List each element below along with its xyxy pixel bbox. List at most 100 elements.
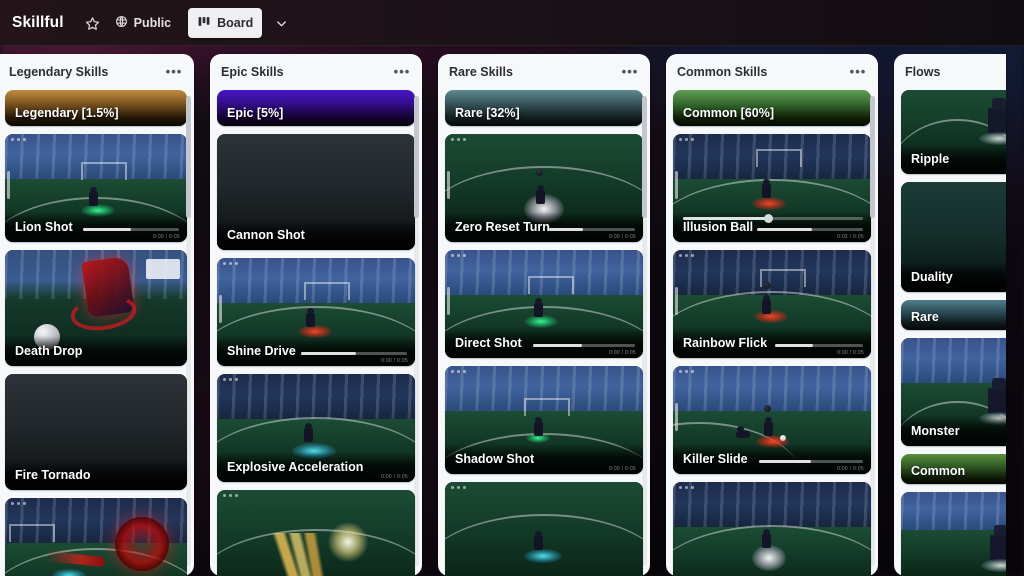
list-cards[interactable]: Legendary [1.5%] Lion Shot 0:00 / 0:05 D… [0,90,194,576]
card-legendary-rarity[interactable]: Legendary [1.5%] [5,90,187,126]
card-flows-rare[interactable]: Rare [901,300,1006,330]
card-illusion-ball[interactable]: Illusion Ball 0:02 / 0:05 [673,134,871,242]
card-fire-tornado[interactable]: Fire Tornado [5,374,187,490]
card-epic-rarity[interactable]: Epic [5%] [217,90,415,126]
video-side-control[interactable] [675,286,678,315]
video-side-control[interactable] [675,170,678,199]
list-common-skills[interactable]: Common Skills ••• Common [60%] Illusion … [666,54,878,576]
card-zero-reset-turn[interactable]: Zero Reset Turn 0:00 / 0:05 [445,134,643,242]
board-view-icon [197,15,211,31]
card-death-drop[interactable]: Death Drop [5,250,187,366]
video-timestamp: 0:00 / 0:05 [381,358,408,364]
video-timestamp: 0:00 / 0:05 [381,474,408,480]
card-killer-slide[interactable]: Killer Slide 0:00 / 0:05 [673,366,871,474]
card-thumbnail [445,482,643,576]
list-menu-icon[interactable]: ••• [163,61,185,83]
list-scrollbar[interactable] [414,96,419,566]
visibility-label: Public [133,16,172,30]
video-dots-icon [451,254,466,257]
video-progress-bar[interactable] [549,228,635,231]
video-dots-icon [11,138,26,141]
list-header: Epic Skills ••• [210,54,422,90]
board-title: Skillful [12,14,64,31]
star-icon[interactable] [80,10,106,36]
video-progress-bar[interactable] [759,460,863,463]
video-progress-bar[interactable] [301,352,407,355]
card-epic-extra[interactable] [217,490,415,576]
video-dots-icon [223,494,238,497]
list-scrollbar[interactable] [870,96,875,566]
video-progress-bar-secondary[interactable] [757,228,863,231]
globe-icon [115,15,128,31]
view-switcher-label: Board [217,16,254,30]
card-rare-extra[interactable] [445,482,643,576]
globe-icon-glyph [115,16,127,27]
card-title: Rare [911,310,939,324]
video-side-control[interactable] [447,286,450,315]
video-dots-icon [679,138,694,141]
list-menu-icon[interactable]: ••• [847,61,869,83]
list-scrollbar[interactable] [642,96,647,566]
video-side-control[interactable] [675,402,678,431]
video-progress-bar[interactable] [775,344,863,347]
card-thumbnail [217,490,415,576]
list-header: Legendary Skills ••• [0,54,194,90]
video-dots-icon [451,370,466,373]
chevron-down-icon[interactable] [268,10,294,36]
card-title: Zero Reset Turn [455,220,550,234]
card-shine-drive[interactable]: Shine Drive 0:00 / 0:05 [217,258,415,366]
video-side-control[interactable] [7,170,10,199]
video-side-control[interactable] [447,170,450,199]
list-cards[interactable]: Rare [32%] Zero Reset Turn 0:00 / 0:05 D… [438,90,650,576]
card-duality[interactable]: Duality [901,182,1006,292]
card-thumbnail [901,492,1006,576]
card-caption: Cannon Shot [217,220,415,250]
list-cards[interactable]: Ripple Duality Rare Monster Common [894,90,1006,576]
board-view-icon-glyph [198,17,210,26]
list-rare-skills[interactable]: Rare Skills ••• Rare [32%] Zero Reset Tu… [438,54,650,576]
card-title: Legendary [1.5%] [15,106,119,120]
card-flows-extra[interactable] [901,492,1006,576]
video-progress-bar[interactable] [83,228,179,231]
list-cards[interactable]: Epic [5%] Cannon Shot Shine Drive 0:00 /… [210,90,422,576]
video-timestamp: 0:02 / 0:05 [837,234,864,240]
video-dots-icon [223,262,238,265]
card-shadow-shot[interactable]: Shadow Shot 0:00 / 0:05 [445,366,643,474]
card-flows-common[interactable]: Common [901,454,1006,484]
video-progress-bar[interactable] [533,344,635,347]
list-menu-icon[interactable]: ••• [619,61,641,83]
card-lion-shot[interactable]: Lion Shot 0:00 / 0:05 [5,134,187,242]
card-legendary-extra[interactable] [5,498,187,576]
card-ripple[interactable]: Ripple [901,90,1006,174]
card-rare-rarity[interactable]: Rare [32%] [445,90,643,126]
list-scrollbar[interactable] [186,96,191,566]
video-dots-icon [11,502,26,505]
card-common-rarity[interactable]: Common [60%] [673,90,871,126]
view-switcher-board-button[interactable]: Board [188,8,263,38]
card-monster[interactable]: Monster [901,338,1006,446]
list-cards[interactable]: Common [60%] Illusion Ball 0:02 / 0:05 R… [666,90,878,576]
card-title: Common [60%] [683,106,774,120]
list-header: Common Skills ••• [666,54,878,90]
visibility-button[interactable]: Public [106,8,181,38]
list-legendary-skills[interactable]: Legendary Skills ••• Legendary [1.5%] Li… [0,54,194,576]
card-direct-shot[interactable]: Direct Shot 0:00 / 0:05 [445,250,643,358]
list-menu-icon[interactable]: ••• [391,61,413,83]
video-dots-icon [679,254,694,257]
card-title: Fire Tornado [15,468,91,482]
list-flows[interactable]: Flows Ripple Duality Rare Monster Common [894,54,1006,576]
list-title: Common Skills [677,65,768,79]
list-epic-skills[interactable]: Epic Skills ••• Epic [5%] Cannon Shot Sh… [210,54,422,576]
video-side-control[interactable] [219,294,222,323]
video-timestamp: 0:00 / 0:05 [153,234,180,240]
video-timestamp: 0:00 / 0:05 [837,466,864,472]
board-canvas[interactable]: Legendary Skills ••• Legendary [1.5%] Li… [0,46,1024,576]
list-title: Legendary Skills [9,65,109,79]
card-common-extra[interactable] [673,482,871,576]
card-explosive-acceleration[interactable]: Explosive Acceleration 0:00 / 0:05 [217,374,415,482]
card-cannon-shot[interactable]: Cannon Shot [217,134,415,250]
video-progress-bar[interactable] [683,214,863,223]
video-dots-icon [451,138,466,141]
card-rainbow-flick[interactable]: Rainbow Flick 0:00 / 0:05 [673,250,871,358]
video-timestamp: 0:00 / 0:05 [609,234,636,240]
